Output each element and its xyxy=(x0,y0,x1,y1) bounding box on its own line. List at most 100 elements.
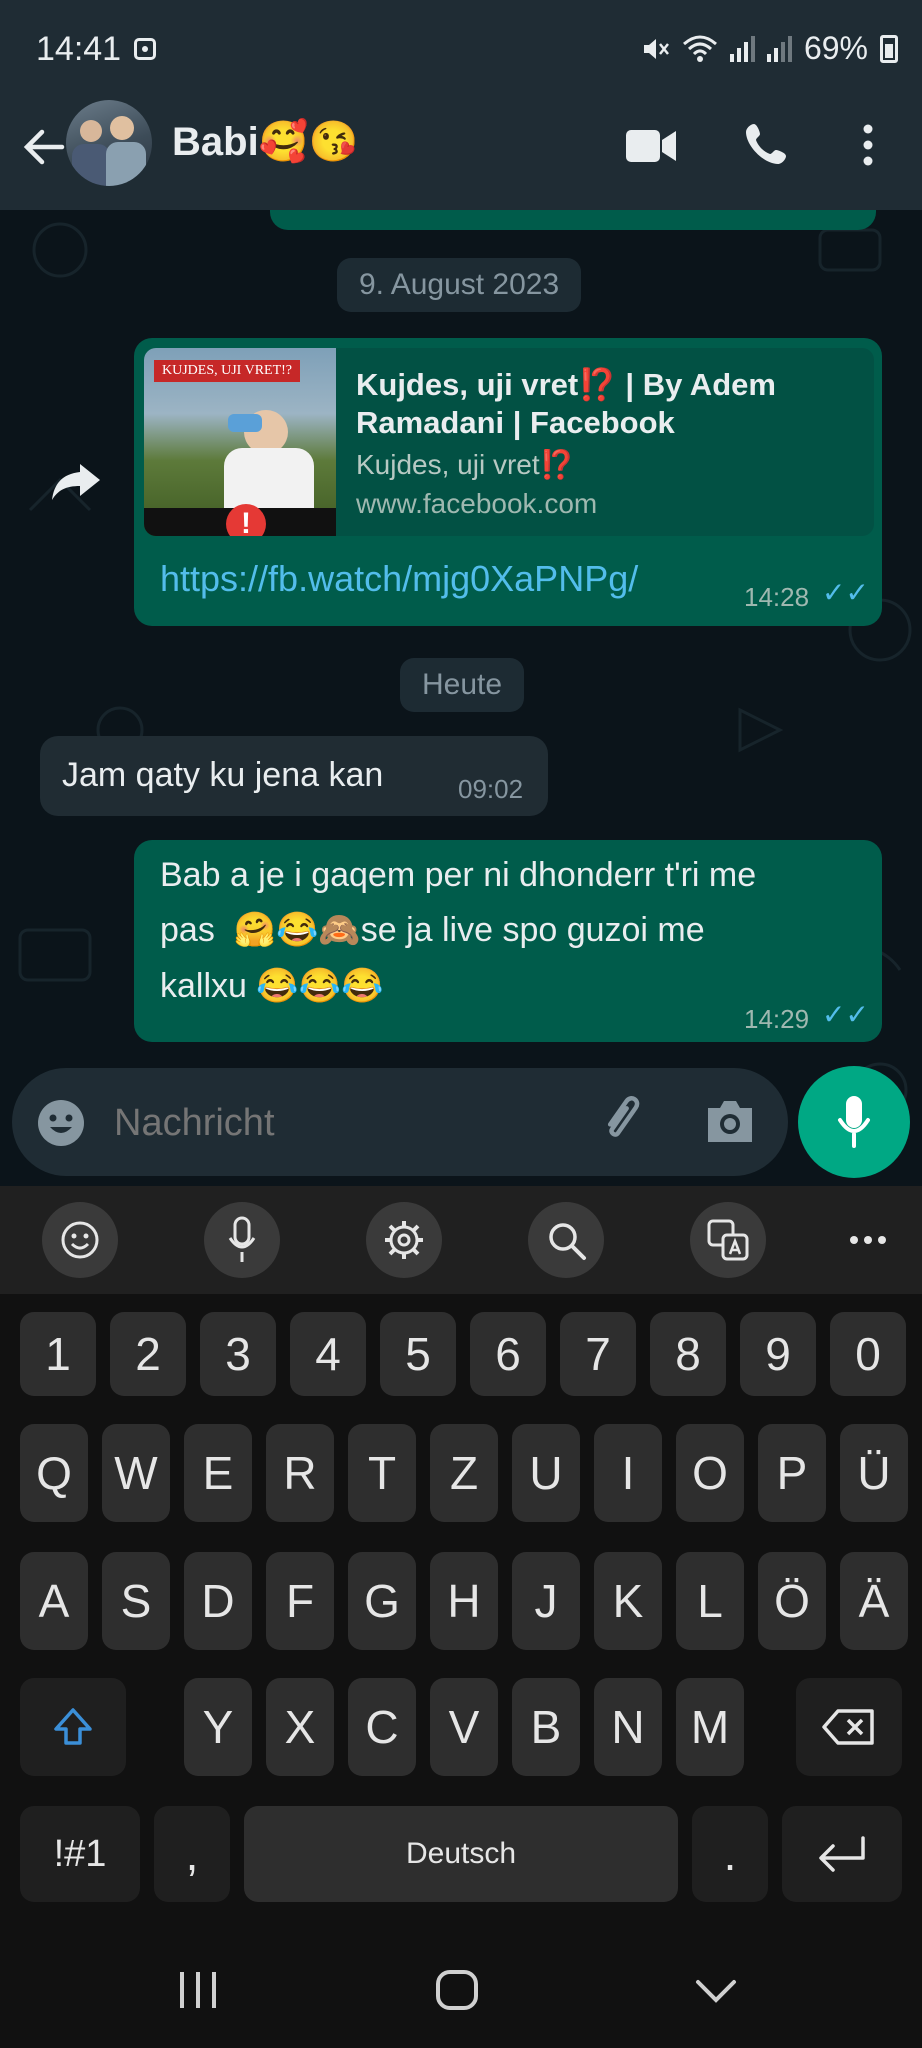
link-preview-description: Kujdes, uji vret⁉️ xyxy=(356,449,575,480)
link-preview-title: Kujdes, uji vret⁉️ | By Adem Ramadani | … xyxy=(356,367,776,440)
key-m[interactable]: M xyxy=(676,1678,744,1776)
outgoing-message-line-2: pas 🤗😂🙈se ja live spo guzoi me xyxy=(160,911,705,949)
status-icons: 69% xyxy=(640,30,898,67)
key-v[interactable]: V xyxy=(430,1678,498,1776)
contact-name[interactable]: Babi🥰😘 xyxy=(172,118,358,165)
key-9[interactable]: 9 xyxy=(740,1312,816,1396)
date-separator-today: Heute xyxy=(400,658,525,712)
period-key[interactable]: . xyxy=(692,1806,768,1902)
key-4[interactable]: 4 xyxy=(290,1312,366,1396)
video-call-icon[interactable] xyxy=(624,126,678,166)
voice-call-icon[interactable] xyxy=(744,120,790,166)
more-options-icon[interactable] xyxy=(848,1234,888,1246)
system-navigation-bar xyxy=(0,1926,922,2048)
backspace-key[interactable] xyxy=(796,1678,902,1776)
microphone-icon xyxy=(228,1216,256,1262)
message-input[interactable] xyxy=(112,1090,556,1156)
key-k[interactable]: K xyxy=(594,1552,662,1650)
keyboard-voice-button[interactable] xyxy=(204,1202,280,1278)
thumbnail-caption: KUJDES, UJI VRET!? xyxy=(154,360,301,382)
gear-icon xyxy=(385,1221,423,1259)
key-2[interactable]: 2 xyxy=(110,1312,186,1396)
key-6[interactable]: 6 xyxy=(470,1312,546,1396)
back-arrow-icon[interactable] xyxy=(18,122,68,172)
key-h[interactable]: H xyxy=(430,1552,498,1650)
attach-icon[interactable] xyxy=(596,1092,652,1152)
key-y[interactable]: Y xyxy=(184,1678,252,1776)
key-u[interactable]: U xyxy=(512,1424,580,1522)
message-composer[interactable] xyxy=(12,1068,788,1176)
outgoing-message-line-3: kallxu 😂😂😂 xyxy=(160,967,384,1005)
key-e[interactable]: E xyxy=(184,1424,252,1522)
key-d[interactable]: D xyxy=(184,1552,252,1650)
key-c[interactable]: C xyxy=(348,1678,416,1776)
key-3[interactable]: 3 xyxy=(200,1312,276,1396)
keyboard-translate-button[interactable] xyxy=(690,1202,766,1278)
avatar[interactable] xyxy=(66,100,152,186)
keyboard-search-button[interactable] xyxy=(528,1202,604,1278)
camera-icon[interactable] xyxy=(704,1098,756,1144)
hide-keyboard-icon[interactable] xyxy=(694,1978,738,2006)
key-z[interactable]: Z xyxy=(430,1424,498,1522)
key-g[interactable]: G xyxy=(348,1552,416,1650)
enter-key[interactable] xyxy=(782,1806,902,1902)
key-o-umlaut[interactable]: Ö xyxy=(758,1552,826,1650)
status-bar: 14:41 69% xyxy=(0,0,922,100)
key-j[interactable]: J xyxy=(512,1552,580,1650)
key-q[interactable]: Q xyxy=(20,1424,88,1522)
key-1[interactable]: 1 xyxy=(20,1312,96,1396)
key-i[interactable]: I xyxy=(594,1424,662,1522)
more-options-icon[interactable] xyxy=(858,122,878,168)
incoming-message-time: 09:02 xyxy=(458,774,524,804)
link-preview-domain: www.facebook.com xyxy=(356,488,598,519)
previous-message-bubble[interactable] xyxy=(270,210,876,230)
backspace-icon xyxy=(822,1709,874,1745)
key-0[interactable]: 0 xyxy=(830,1312,906,1396)
signal-strength-icon xyxy=(729,35,755,62)
key-7[interactable]: 7 xyxy=(560,1312,636,1396)
read-receipt-icon: ✓✓ xyxy=(822,577,869,608)
translate-icon xyxy=(707,1219,749,1261)
key-l[interactable]: L xyxy=(676,1552,744,1650)
voice-message-button[interactable] xyxy=(798,1066,910,1178)
chat-area[interactable]: 9. August 2023 KUJDES, UJI VRET!? ! Kujd… xyxy=(0,210,922,1178)
comma-key[interactable]: , xyxy=(154,1806,230,1902)
link-url[interactable]: https://fb.watch/mjg0XaPNPg/ xyxy=(160,558,638,600)
home-icon[interactable] xyxy=(434,1968,480,2012)
space-key[interactable]: Deutsch xyxy=(244,1806,678,1902)
outgoing-message-line-1: Bab a je i gaqem per ni dhonderr t'ri me xyxy=(160,856,757,894)
enter-icon xyxy=(819,1836,865,1872)
key-a[interactable]: A xyxy=(20,1552,88,1650)
shift-key[interactable] xyxy=(20,1678,126,1776)
key-o[interactable]: O xyxy=(676,1424,744,1522)
outgoing-message-time: 14:29 xyxy=(744,1004,810,1034)
recent-apps-icon[interactable] xyxy=(176,1970,220,2010)
link-preview-card[interactable]: KUJDES, UJI VRET!? ! Kujdes, uji vret⁉️ … xyxy=(144,348,874,536)
microphone-icon xyxy=(838,1096,870,1148)
key-b[interactable]: B xyxy=(512,1678,580,1776)
key-f[interactable]: F xyxy=(266,1552,334,1650)
chat-header: Babi🥰😘 xyxy=(0,100,922,210)
keyboard-toolbar xyxy=(0,1186,922,1294)
status-time: 14:41 xyxy=(36,30,122,68)
key-u-umlaut[interactable]: Ü xyxy=(840,1424,908,1522)
incoming-message-text: Jam qaty ku jena kan xyxy=(62,756,384,794)
keyboard: 1 2 3 4 5 6 7 8 9 0 Q W E R T Z U I O P … xyxy=(0,1294,922,1926)
key-w[interactable]: W xyxy=(102,1424,170,1522)
keyboard-settings-button[interactable] xyxy=(366,1202,442,1278)
key-t[interactable]: T xyxy=(348,1424,416,1522)
key-5[interactable]: 5 xyxy=(380,1312,456,1396)
key-a-umlaut[interactable]: Ä xyxy=(840,1552,908,1650)
key-x[interactable]: X xyxy=(266,1678,334,1776)
symbols-key[interactable]: !#1 xyxy=(20,1806,140,1902)
forward-icon[interactable] xyxy=(50,460,104,504)
key-p[interactable]: P xyxy=(758,1424,826,1522)
key-n[interactable]: N xyxy=(594,1678,662,1776)
wifi-icon xyxy=(682,35,717,62)
key-8[interactable]: 8 xyxy=(650,1312,726,1396)
warning-icon: ! xyxy=(226,504,266,536)
emoji-icon[interactable] xyxy=(36,1098,86,1148)
key-r[interactable]: R xyxy=(266,1424,334,1522)
keyboard-emoji-button[interactable] xyxy=(42,1202,118,1278)
key-s[interactable]: S xyxy=(102,1552,170,1650)
